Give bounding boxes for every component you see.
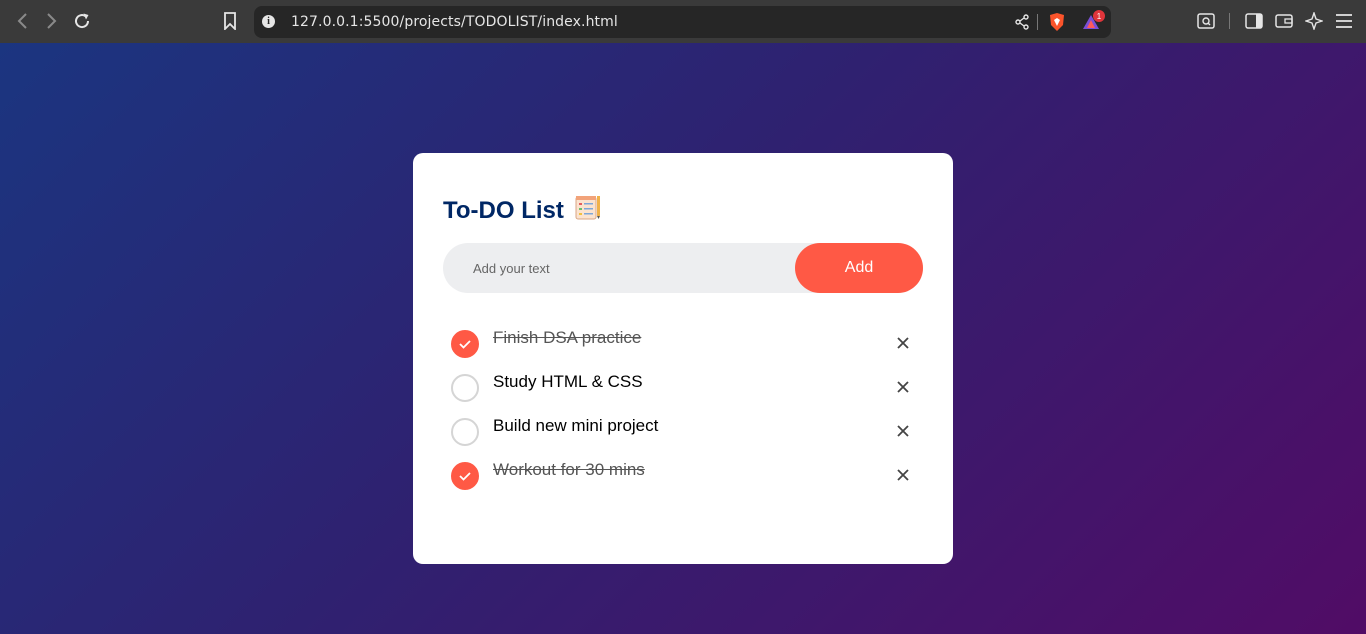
- task-item[interactable]: Workout for 30 mins: [443, 450, 923, 494]
- task-checkbox[interactable]: [451, 418, 479, 446]
- task-text[interactable]: Finish DSA practice: [493, 328, 641, 348]
- task-text[interactable]: Study HTML & CSS: [493, 372, 643, 392]
- delete-button[interactable]: [891, 331, 915, 355]
- delete-button[interactable]: [891, 463, 915, 487]
- delete-button[interactable]: [891, 419, 915, 443]
- leo-ai-icon[interactable]: [1305, 12, 1323, 30]
- task-item[interactable]: Finish DSA practice: [443, 318, 923, 362]
- app-title: To-DO List: [443, 194, 602, 227]
- notepad-icon: [574, 194, 602, 227]
- todo-card: To-DO List Add your text Add Finish DSA …: [413, 153, 953, 564]
- close-icon: [897, 469, 909, 481]
- reload-button[interactable]: [71, 10, 93, 32]
- task-checkbox[interactable]: [451, 374, 479, 402]
- search-tab-icon[interactable]: [1197, 13, 1215, 29]
- chevron-left-icon: [17, 13, 27, 29]
- browser-toolbar: i 127.0.0.1:5500/projects/TODOLIST/index…: [0, 0, 1366, 43]
- info-icon[interactable]: i: [262, 15, 275, 28]
- forward-button[interactable]: [41, 10, 63, 32]
- divider: [1229, 13, 1230, 29]
- close-icon: [897, 337, 909, 349]
- page-background: To-DO List Add your text Add Finish DSA …: [0, 43, 1366, 634]
- checkmark-icon: [459, 472, 471, 481]
- url-text[interactable]: 127.0.0.1:5500/projects/TODOLIST/index.h…: [291, 14, 618, 30]
- task-text[interactable]: Workout for 30 mins: [493, 460, 645, 480]
- task-checkbox[interactable]: [451, 330, 479, 358]
- menu-icon[interactable]: [1335, 14, 1353, 28]
- checkmark-icon: [459, 340, 471, 349]
- close-icon: [897, 381, 909, 393]
- task-text[interactable]: Build new mini project: [493, 416, 658, 436]
- address-bar[interactable]: i 127.0.0.1:5500/projects/TODOLIST/index…: [254, 6, 1111, 38]
- wallet-icon[interactable]: [1275, 13, 1293, 29]
- task-item[interactable]: Build new mini project: [443, 406, 923, 450]
- add-task-row: Add: [443, 243, 923, 293]
- close-icon: [897, 425, 909, 437]
- task-list: Finish DSA practice Study HTML & CSS Bui…: [443, 318, 923, 494]
- add-button[interactable]: Add: [795, 243, 923, 293]
- notification-badge: 1: [1093, 10, 1105, 22]
- reload-icon: [75, 13, 90, 29]
- bookmark-button[interactable]: [219, 10, 241, 32]
- task-checkbox[interactable]: [451, 462, 479, 490]
- sidebar-icon[interactable]: [1245, 13, 1263, 29]
- brave-shield-icon[interactable]: [1048, 12, 1066, 32]
- divider: [1037, 14, 1038, 30]
- back-button[interactable]: [11, 10, 33, 32]
- task-input[interactable]: [443, 243, 803, 293]
- app-title-text: To-DO List: [443, 196, 564, 224]
- task-item[interactable]: Study HTML & CSS: [443, 362, 923, 406]
- chevron-right-icon: [47, 13, 57, 29]
- delete-button[interactable]: [891, 375, 915, 399]
- bookmark-icon: [224, 12, 236, 30]
- share-icon[interactable]: [1014, 14, 1030, 30]
